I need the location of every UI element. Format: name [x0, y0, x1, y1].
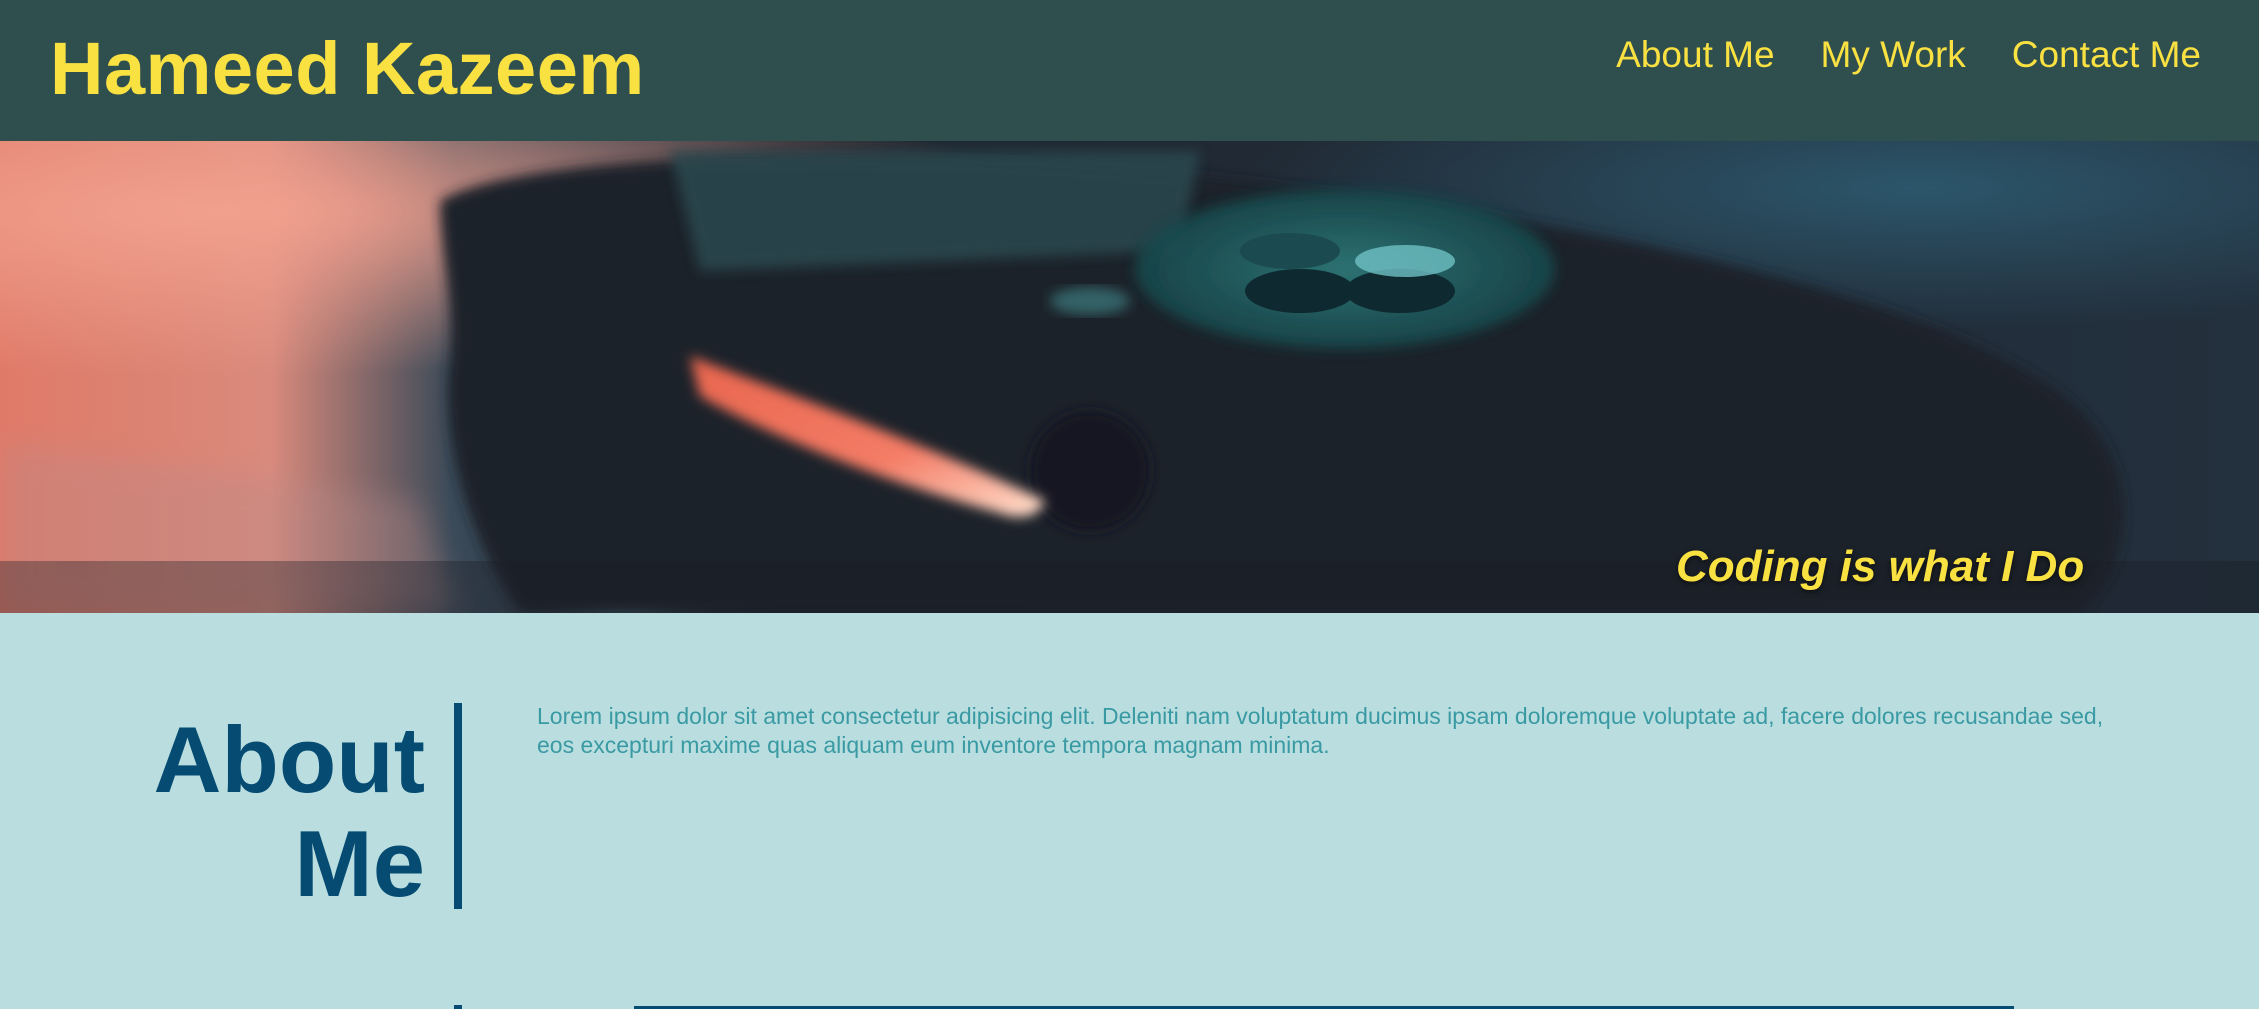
main-nav: About Me My Work Contact Me: [1616, 32, 2201, 78]
nav-link-contact-me[interactable]: Contact Me: [2012, 32, 2201, 78]
site-title: Hameed Kazeem: [50, 27, 645, 110]
hero-banner: Coding is what I Do: [0, 141, 2259, 613]
about-section: About Me Lorem ipsum dolor sit amet cons…: [0, 613, 2259, 1009]
about-divider: [454, 703, 462, 909]
nav-link-about-me[interactable]: About Me: [1616, 32, 1774, 78]
site-header: Hameed Kazeem About Me My Work Contact M…: [0, 0, 2259, 141]
nav-link-my-work[interactable]: My Work: [1821, 32, 1966, 78]
next-section-divider: [454, 1005, 462, 1009]
about-heading: About Me: [153, 707, 425, 916]
about-paragraph: Lorem ipsum dolor sit amet consectetur a…: [537, 703, 2104, 758]
hero-tagline: Coding is what I Do: [1676, 542, 2085, 591]
